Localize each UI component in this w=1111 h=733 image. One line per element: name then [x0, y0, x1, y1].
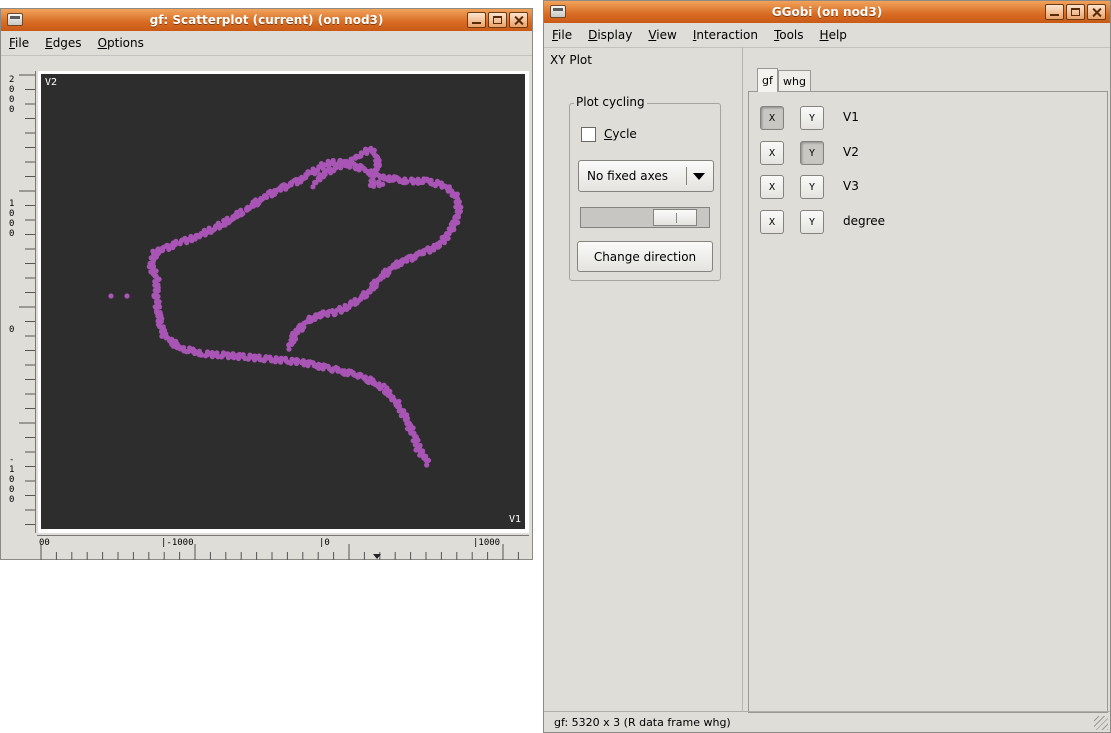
variable-name-V2: V2 [843, 145, 859, 159]
scatter-points [108, 145, 464, 468]
menu-file[interactable]: File [1, 36, 37, 50]
cycle-checkbox[interactable] [581, 127, 596, 142]
mode-label: XY Plot [550, 53, 592, 67]
x-toggle-V3[interactable]: X [760, 175, 784, 199]
menu-tools[interactable]: Tools [766, 28, 812, 42]
ggobi-window: GGobi (on nod3) File Display View Intera… [543, 0, 1111, 733]
menu-display[interactable]: Display [580, 28, 640, 42]
hruler-label-4: |1000 [473, 538, 501, 548]
select-divider [686, 167, 687, 185]
x-toggle-V2[interactable]: X [760, 141, 784, 165]
variable-name-degree: degree [843, 214, 886, 228]
maximize-icon[interactable] [1066, 4, 1085, 20]
horizontal-ruler-ticks [40, 544, 519, 560]
variable-name-V3: V3 [843, 179, 859, 193]
vertical-ruler[interactable]: 2000 1000 0 -1000 [7, 71, 36, 533]
y-toggle-V2[interactable]: Y [800, 141, 824, 165]
scatterplot-window: gf: Scatterplot (current) (on nod3) File… [0, 8, 533, 560]
ggobi-titlebar[interactable]: GGobi (on nod3) [544, 1, 1110, 23]
x-toggle-V1[interactable]: X [760, 106, 784, 130]
close-icon[interactable] [509, 12, 528, 28]
fixed-axes-value: No fixed axes [587, 169, 668, 183]
status-text: gf: 5320 x 3 (R data frame whg) [554, 715, 731, 729]
fixed-axes-select[interactable]: No fixed axes [578, 160, 714, 192]
resize-grip-icon[interactable] [1094, 716, 1108, 730]
window-menu-icon[interactable] [7, 13, 23, 26]
y-toggle-degree[interactable]: Y [800, 210, 824, 234]
scatterplot-canvas[interactable]: V2 V1 [41, 74, 525, 529]
vruler-label-1000: 1000 [9, 199, 15, 239]
slider-thumb[interactable] [653, 209, 697, 226]
y-toggle-V1[interactable]: Y [800, 106, 824, 130]
menu-edges[interactable]: Edges [37, 36, 89, 50]
tab-gf[interactable]: gf [757, 68, 778, 92]
vruler-label-neg1000: -1000 [9, 455, 15, 505]
vruler-label-2000: 2000 [9, 75, 15, 115]
y-axis-label: V2 [45, 77, 58, 88]
y-toggle-V3[interactable]: Y [800, 175, 824, 199]
plot-frame: V2 V1 [38, 71, 529, 533]
cycle-speed-slider[interactable] [580, 207, 710, 228]
menu-help[interactable]: Help [812, 28, 855, 42]
tab-whg[interactable]: whg [778, 70, 811, 92]
plot-cycling-title: Plot cycling [574, 95, 647, 109]
minimize-icon[interactable] [467, 12, 486, 28]
change-direction-label: Change direction [593, 249, 697, 264]
hruler-label-3: |0 [319, 538, 330, 548]
vruler-label-0: 0 [9, 325, 15, 335]
variable-name-V1: V1 [843, 110, 859, 124]
scatterplot-titlebar[interactable]: gf: Scatterplot (current) (on nod3) [1, 9, 532, 31]
menu-view[interactable]: View [640, 28, 684, 42]
window-menu-icon[interactable] [550, 5, 566, 18]
minimize-icon[interactable] [1045, 4, 1064, 20]
scatterplot-menubar: File Edges Options [1, 31, 532, 56]
chevron-down-icon [693, 173, 705, 180]
hruler-label-1: 00 [39, 538, 50, 548]
x-axis-label: V1 [508, 514, 521, 525]
ggobi-menubar: File Display View Interaction Tools Help [544, 23, 1110, 48]
x-toggle-degree[interactable]: X [760, 210, 784, 234]
change-direction-button[interactable]: Change direction [577, 241, 713, 272]
status-bar: gf: 5320 x 3 (R data frame whg) [544, 711, 1110, 732]
horizontal-ruler[interactable]: 00 |-1000 |0 |1000 [37, 535, 529, 560]
menu-file[interactable]: File [544, 28, 580, 42]
close-icon[interactable] [1087, 4, 1106, 20]
menu-options[interactable]: Options [90, 36, 152, 50]
maximize-icon[interactable] [488, 12, 507, 28]
cycle-label[interactable]: Cycle [604, 127, 637, 141]
hruler-label-2: |-1000 [161, 538, 194, 548]
scatterplot-title: gf: Scatterplot (current) (on nod3) [149, 13, 384, 27]
ggobi-title: GGobi (on nod3) [771, 5, 883, 19]
menu-interaction[interactable]: Interaction [685, 28, 766, 42]
